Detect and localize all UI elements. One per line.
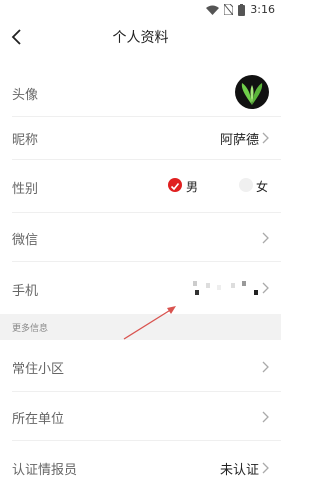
chevron-left-icon bbox=[11, 29, 21, 45]
annotation-arrow bbox=[123, 306, 176, 340]
chevron-right-icon bbox=[262, 462, 269, 474]
chevron-right-icon bbox=[262, 411, 269, 423]
chevron-right-icon bbox=[262, 232, 269, 244]
section-title: 更多信息 bbox=[12, 324, 49, 334]
chevron-right-icon bbox=[262, 361, 269, 373]
chevron-right-icon bbox=[262, 132, 269, 144]
community-row[interactable]: 常住小区 bbox=[0, 341, 281, 391]
nav-bar: 个人资料 bbox=[0, 20, 281, 56]
gender-male-label[interactable]: 男 bbox=[186, 178, 198, 195]
gender-female-label[interactable]: 女 bbox=[256, 178, 268, 195]
nickname-row[interactable]: 昵称 阿萨德 bbox=[0, 117, 281, 159]
verification-value: 未认证 bbox=[219, 463, 259, 478]
check-icon bbox=[170, 182, 180, 191]
battery-icon bbox=[238, 3, 246, 16]
workplace-row[interactable]: 所在单位 bbox=[0, 392, 281, 440]
wechat-label: 微信 bbox=[12, 233, 39, 248]
avatar[interactable] bbox=[235, 75, 269, 109]
chevron-right-icon bbox=[262, 282, 269, 294]
verification-row[interactable]: 认证情报员 未认证 bbox=[0, 441, 281, 493]
wifi-icon bbox=[206, 5, 220, 15]
gender-female-radio[interactable] bbox=[239, 178, 253, 192]
clock: 3:16 bbox=[250, 3, 275, 16]
page-title: 个人资料 bbox=[112, 30, 169, 46]
nickname-label: 昵称 bbox=[12, 133, 39, 148]
phone-label: 手机 bbox=[12, 284, 39, 299]
avatar-label: 头像 bbox=[12, 88, 39, 103]
status-icons: 3:16 bbox=[206, 3, 275, 16]
gender-male-radio[interactable] bbox=[168, 178, 182, 192]
back-button[interactable] bbox=[8, 24, 30, 50]
gender-label: 性别 bbox=[12, 182, 39, 197]
workplace-label: 所在单位 bbox=[12, 412, 65, 427]
verification-label: 认证情报员 bbox=[12, 463, 78, 478]
nickname-value: 阿萨德 bbox=[219, 133, 259, 148]
community-label: 常住小区 bbox=[12, 362, 65, 377]
wechat-row[interactable]: 微信 bbox=[0, 213, 281, 261]
status-bar: 3:16 bbox=[0, 0, 281, 20]
no-sim-icon bbox=[224, 4, 234, 15]
avatar-image bbox=[235, 75, 269, 109]
